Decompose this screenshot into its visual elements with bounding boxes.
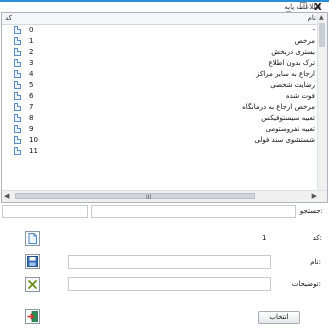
row-code: 7 xyxy=(29,103,34,111)
row-code: 8 xyxy=(29,114,34,122)
document-icon xyxy=(14,37,21,45)
new-document-icon xyxy=(28,233,37,244)
row-name: ارجاع به سایر مراکز xyxy=(256,70,315,78)
row-code: 9 xyxy=(29,125,34,133)
name-label: نام: xyxy=(310,258,321,266)
row-code: 2 xyxy=(29,48,34,56)
row-name: فوت شده xyxy=(286,92,315,100)
list-item[interactable]: 7 مرخص ارجاع به درمانگاه xyxy=(2,102,319,113)
save-button[interactable] xyxy=(25,254,40,269)
scroll-up-arrow-icon[interactable]: ▲ xyxy=(319,14,324,21)
document-icon xyxy=(14,48,21,56)
code-label: کد: xyxy=(312,234,322,242)
document-icon xyxy=(14,114,21,122)
list-item[interactable]: 6 فوت شده xyxy=(2,91,319,102)
column-header-code[interactable]: کد xyxy=(5,14,12,22)
document-icon xyxy=(14,70,21,78)
delete-x-icon xyxy=(28,280,37,289)
exit-button[interactable] xyxy=(25,309,40,324)
row-name: ترک بدون اطلاع xyxy=(268,59,315,67)
list-item[interactable]: 4 ارجاع به سایر مراکز xyxy=(2,69,319,80)
document-icon xyxy=(14,125,21,133)
list-item[interactable]: 0 - xyxy=(2,25,319,36)
list-item[interactable]: 5 رضایت شخصی xyxy=(2,80,319,91)
list-item[interactable]: 10 شستشوی سند فولی xyxy=(2,135,319,146)
description-label: توضیحات: xyxy=(291,280,321,288)
row-name: مرخص ارجاع به درمانگاه xyxy=(242,103,315,111)
vertical-scroll-thumb[interactable] xyxy=(319,23,325,47)
description-field[interactable] xyxy=(68,277,271,291)
list-item[interactable]: 3 ترک بدون اطلاع xyxy=(2,58,319,69)
list-item[interactable]: 8 تعبیه سیستوفیکس xyxy=(2,113,319,124)
vertical-scrollbar[interactable]: ▲ xyxy=(317,13,327,192)
search-input[interactable] xyxy=(91,205,296,218)
list-header: کد نام xyxy=(2,13,319,25)
row-name: تعبیه سیستوفیکس xyxy=(261,114,315,122)
list-item[interactable]: 9 تعبیه نفروستومی xyxy=(2,124,319,135)
document-icon xyxy=(14,26,21,34)
document-icon xyxy=(14,81,21,89)
list-item[interactable]: 1 مرخص xyxy=(2,36,319,47)
row-code: 11 xyxy=(29,147,38,155)
delete-button[interactable] xyxy=(25,277,40,292)
document-icon xyxy=(14,92,21,100)
document-icon xyxy=(14,147,21,155)
row-name: تعبیه نفروستومی xyxy=(265,125,315,133)
document-icon xyxy=(14,59,21,67)
title-bar: X ☐ _ اطلاعات پایه xyxy=(0,0,329,13)
name-field[interactable] xyxy=(68,255,271,269)
document-icon xyxy=(14,103,21,111)
row-name: رضایت شخصی xyxy=(270,81,315,89)
row-code: 5 xyxy=(29,81,34,89)
row-code: 1 xyxy=(29,37,34,45)
search-row: جستجو: xyxy=(0,205,329,219)
exit-door-icon xyxy=(27,311,38,322)
search-filter-field[interactable] xyxy=(2,205,88,218)
new-record-button[interactable] xyxy=(25,231,40,246)
row-name: بستری دربخش xyxy=(271,48,315,56)
column-header-name[interactable]: نام xyxy=(308,14,316,22)
list-item[interactable]: 2 بستری دربخش xyxy=(2,47,319,58)
row-code: 10 xyxy=(29,136,38,144)
search-label: جستجو: xyxy=(299,207,323,215)
row-code: 0 xyxy=(29,26,34,34)
row-name: شستشوی سند فولی xyxy=(254,136,315,144)
select-button[interactable]: انتخاب xyxy=(258,311,300,324)
scroll-right-arrow-icon[interactable]: ▶ xyxy=(312,192,317,200)
code-value: 1 xyxy=(262,234,267,242)
row-name: مرخص xyxy=(294,37,315,45)
row-code: 3 xyxy=(29,59,34,67)
scroll-grip: III xyxy=(146,194,152,201)
row-code: 4 xyxy=(29,70,34,78)
list-item[interactable]: 11 xyxy=(2,146,319,157)
row-code: 6 xyxy=(29,92,34,100)
document-icon xyxy=(14,136,21,144)
horizontal-scroll-thumb[interactable]: III xyxy=(15,193,255,201)
floppy-disk-icon xyxy=(27,256,38,267)
scroll-left-arrow-icon[interactable]: ◀ xyxy=(4,192,9,200)
horizontal-scrollbar[interactable]: ◀ III ▶ xyxy=(2,190,327,202)
row-name: - xyxy=(312,26,315,34)
list-rows: 0 - 1 مرخص 2 بستری دربخش 3 ترک بدون اطلا… xyxy=(2,25,319,190)
records-list[interactable]: کد نام 0 - 1 مرخص 2 بستری دربخش 3 ترک بد… xyxy=(1,12,328,203)
